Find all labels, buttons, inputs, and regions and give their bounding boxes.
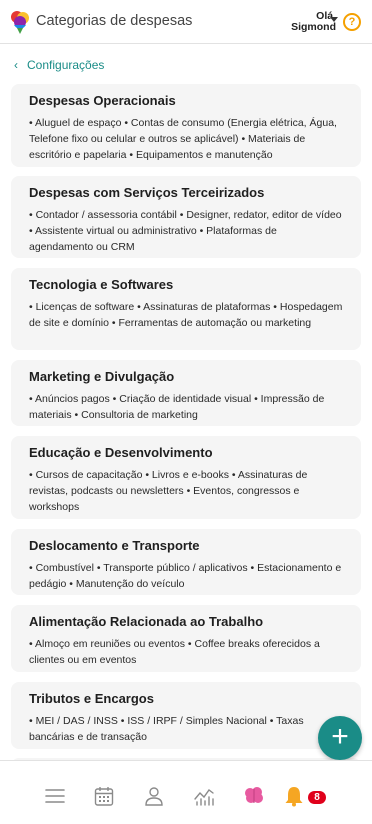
category-card[interactable]: Despesas com Serviços Terceirizados • Co… <box>11 176 361 258</box>
top-bar: Categorias de despesas Olá, Sigmond ? <box>0 0 372 44</box>
category-items: • Cursos de capacitação • Livros e e-boo… <box>29 469 308 513</box>
notification-badge: 8 <box>308 791 326 804</box>
help-icon[interactable]: ? <box>343 13 361 31</box>
chevron-left-icon: ‹ <box>14 58 18 72</box>
user-icon[interactable] <box>143 785 165 807</box>
page-title: Categorias de despesas <box>36 13 193 29</box>
category-card[interactable]: Despesas Operacionais • Aluguel de espaç… <box>11 84 361 167</box>
category-card[interactable]: Tecnologia e Softwares • Licenças de sof… <box>11 268 361 350</box>
category-title: Despesas Operacionais <box>29 93 176 108</box>
user-menu[interactable]: Olá, Sigmond <box>291 11 336 33</box>
category-title: Marketing e Divulgação <box>29 369 175 384</box>
category-card[interactable]: Educação e Desenvolvimento • Cursos de c… <box>11 436 361 519</box>
category-title: Alimentação Relacionada ao Trabalho <box>29 614 264 629</box>
category-items: • Anúncios pagos • Criação de identidade… <box>29 393 325 421</box>
bell-icon[interactable] <box>283 785 305 807</box>
category-items: • Licenças de software • Assinaturas de … <box>29 301 343 329</box>
add-category-button[interactable]: + <box>318 716 362 760</box>
category-card[interactable]: Tributos e Encargos • MEI / DAS / INSS •… <box>11 682 361 749</box>
category-items: • Aluguel de espaço • Contas de consumo … <box>29 117 337 161</box>
category-card[interactable]: Alimentação Relacionada ao Trabalho • Al… <box>11 605 361 672</box>
category-list: Despesas Operacionais • Aluguel de espaç… <box>0 76 372 760</box>
breadcrumb-label: Configurações <box>27 58 105 72</box>
chevron-down-icon[interactable] <box>330 17 338 22</box>
category-title: Tributos e Encargos <box>29 691 154 706</box>
category-card[interactable]: Deslocamento e Transporte • Combustível … <box>11 529 361 595</box>
category-items: • Contador / assessoria contábil • Desig… <box>29 209 342 253</box>
category-card[interactable]: Marketing e Divulgação • Anúncios pagos … <box>11 360 361 426</box>
user-name: Sigmond <box>291 21 336 33</box>
category-items: • Combustível • Transporte público / apl… <box>29 562 342 590</box>
chart-icon[interactable] <box>193 785 215 807</box>
category-title: Despesas com Serviços Terceirizados <box>29 185 265 200</box>
category-items: • MEI / DAS / INSS • ISS / IRPF / Simple… <box>29 715 304 743</box>
category-title: Tecnologia e Softwares <box>29 277 174 292</box>
bottom-nav: 8 <box>0 760 372 824</box>
brain-icon[interactable] <box>243 785 265 807</box>
category-title: Educação e Desenvolvimento <box>29 445 213 460</box>
breadcrumb[interactable]: ‹ Configurações <box>14 58 104 72</box>
calendar-icon[interactable] <box>93 785 115 807</box>
menu-icon[interactable] <box>44 785 66 807</box>
category-title: Deslocamento e Transporte <box>29 538 200 553</box>
category-items: • Almoço em reuniões ou eventos • Coffee… <box>29 638 320 666</box>
app-logo-icon <box>11 11 29 34</box>
